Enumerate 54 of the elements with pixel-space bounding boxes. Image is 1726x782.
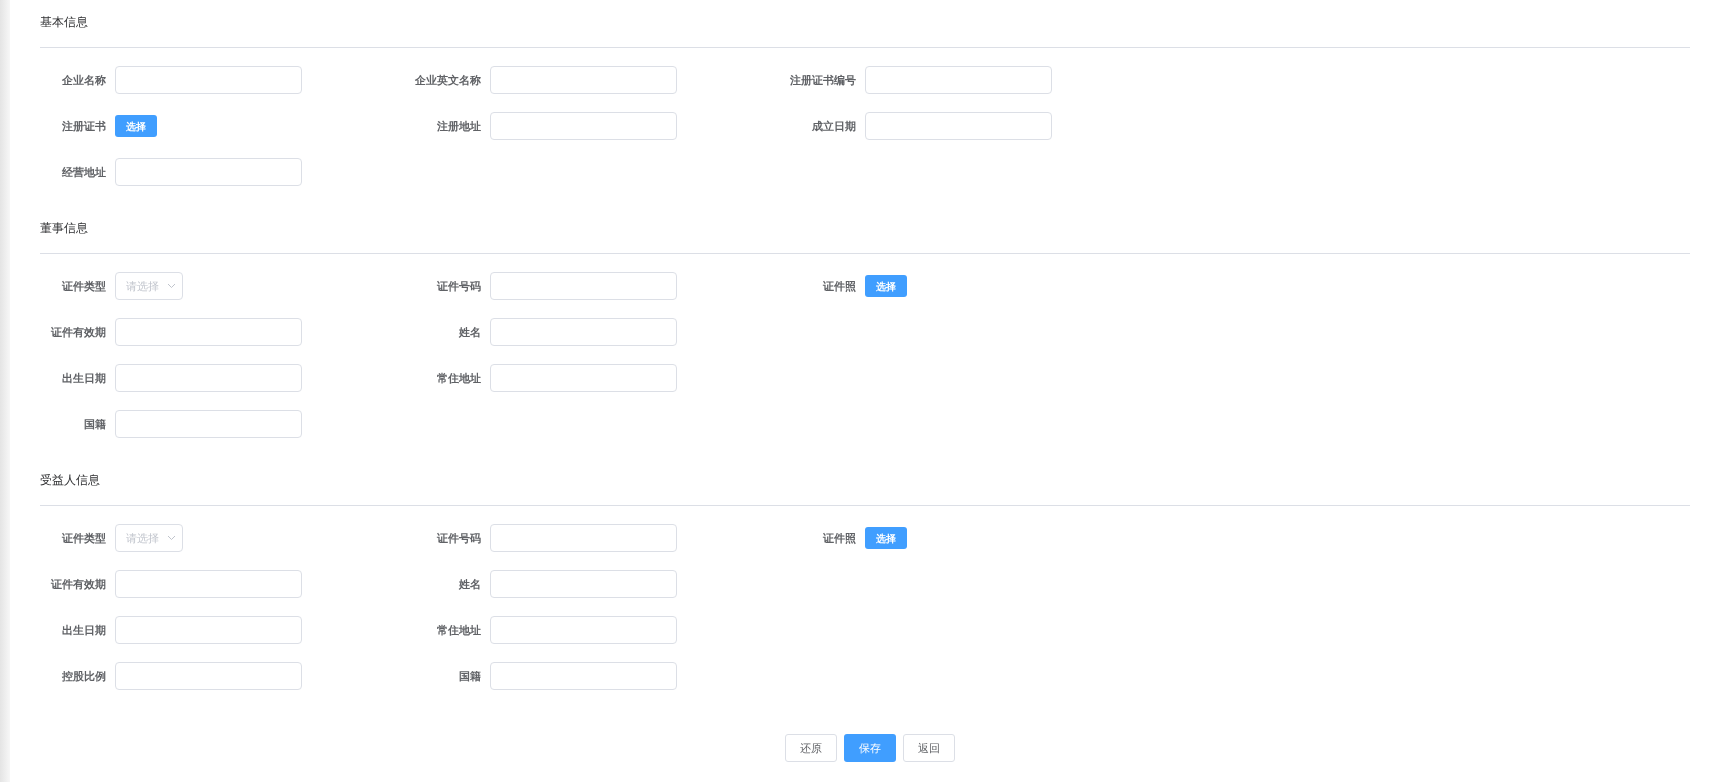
chevron-down-icon — [167, 283, 176, 289]
input-field[interactable] — [115, 410, 302, 438]
input-field[interactable] — [115, 66, 302, 94]
input-field[interactable] — [115, 364, 302, 392]
input-field[interactable] — [490, 318, 677, 346]
field-label: 成立日期 — [811, 118, 856, 134]
field-label: 国籍 — [83, 416, 106, 432]
input-field[interactable] — [490, 66, 677, 94]
input-field[interactable] — [490, 112, 677, 140]
choose-button[interactable]: 选择 — [115, 115, 157, 137]
field-label: 姓名 — [458, 576, 481, 592]
section-title: 基本信息 — [40, 13, 88, 31]
field-label: 国籍 — [458, 668, 481, 684]
field-label: 出生日期 — [61, 370, 106, 386]
save-button[interactable]: 保存 — [844, 734, 896, 762]
input-field[interactable] — [490, 524, 677, 552]
field-label: 出生日期 — [61, 622, 106, 638]
field-label: 证件类型 — [61, 530, 106, 546]
field-label: 注册地址 — [436, 118, 481, 134]
section-title: 受益人信息 — [40, 471, 100, 489]
field-label: 企业英文名称 — [415, 72, 481, 88]
field-label: 证件照 — [822, 530, 856, 546]
field-label: 常住地址 — [436, 370, 481, 386]
field-label: 常住地址 — [436, 622, 481, 638]
input-field[interactable] — [490, 364, 677, 392]
input-field[interactable] — [115, 616, 302, 644]
input-field[interactable] — [865, 112, 1052, 140]
input-field[interactable] — [115, 570, 302, 598]
choose-button[interactable]: 选择 — [865, 275, 907, 297]
field-label: 注册证书 — [61, 118, 106, 134]
field-label: 控股比例 — [61, 668, 106, 684]
field-label: 证件号码 — [436, 278, 481, 294]
field-label: 注册证书编号 — [790, 72, 856, 88]
field-label: 证件号码 — [436, 530, 481, 546]
field-label: 经营地址 — [61, 164, 106, 180]
field-label: 企业名称 — [61, 72, 106, 88]
input-field[interactable] — [115, 318, 302, 346]
input-field[interactable] — [490, 570, 677, 598]
input-field[interactable] — [490, 662, 677, 690]
input-field[interactable] — [490, 616, 677, 644]
chevron-down-icon — [167, 535, 176, 541]
action-button[interactable]: 返回 — [903, 734, 955, 762]
field-label: 证件有效期 — [50, 576, 106, 592]
input-field[interactable] — [115, 662, 302, 690]
action-button[interactable]: 还原 — [785, 734, 837, 762]
section-title: 董事信息 — [40, 219, 88, 237]
field-label: 姓名 — [458, 324, 481, 340]
field-label: 证件类型 — [61, 278, 106, 294]
choose-button[interactable]: 选择 — [865, 527, 907, 549]
input-field[interactable] — [490, 272, 677, 300]
field-label: 证件照 — [822, 278, 856, 294]
field-label: 证件有效期 — [50, 324, 106, 340]
input-field[interactable] — [865, 66, 1052, 94]
input-field[interactable] — [115, 158, 302, 186]
